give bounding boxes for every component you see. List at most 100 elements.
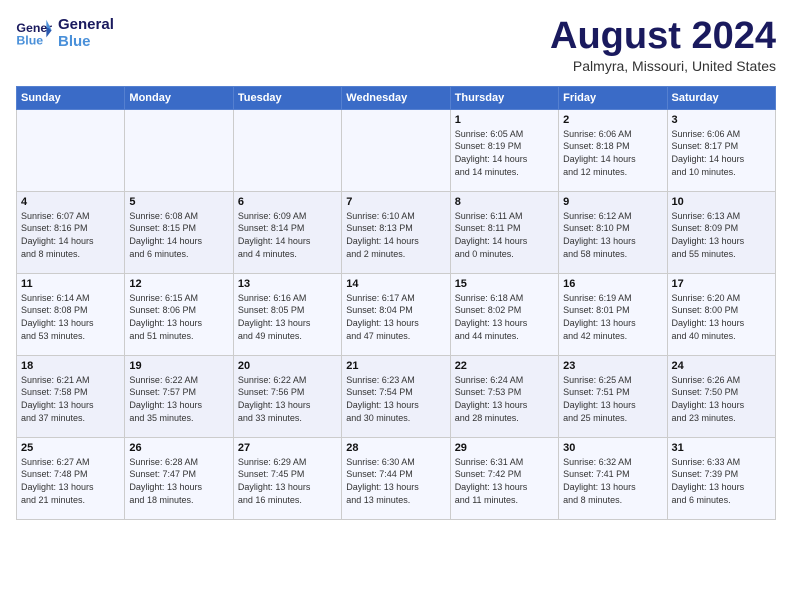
calendar-cell: 8Sunrise: 6:11 AM Sunset: 8:11 PM Daylig…	[450, 191, 558, 273]
day-number: 15	[455, 278, 554, 290]
calendar-cell: 31 Sunrise: 6:33 AM Sunset: 7:39 PM Dayli…	[667, 437, 775, 519]
calendar-cell: 13 Sunrise: 6:16 AM Sunset: 8:05 PM Dayli…	[233, 273, 341, 355]
calendar-cell: 6 Sunrise: 6:09 AM Sunset: 8:14 PM Daylig…	[233, 191, 341, 273]
location: Palmyra, Missouri, United States	[550, 58, 776, 74]
day-number: 17	[672, 278, 771, 290]
calendar-table: SundayMondayTuesdayWednesdayThursdayFrid…	[16, 86, 776, 520]
day-info: Sunrise: 6:24 AM Sunset: 7:53 PM Dayligh…	[455, 374, 554, 424]
day-info: Sunrise: 6:06 AM Sunset: 8:18 PM Dayligh…	[563, 128, 662, 178]
day-info: Sunrise: 6:12 AM Sunset: 8:10 PM Dayligh…	[563, 210, 662, 260]
header-cell-tuesday: Tuesday	[233, 86, 341, 109]
day-info: Sunrise: 6:22 AM Sunset: 7:57 PM Dayligh…	[129, 374, 228, 424]
day-number: 9	[563, 196, 662, 208]
calendar-cell	[342, 109, 450, 191]
header-cell-monday: Monday	[125, 86, 233, 109]
calendar-cell: 21Sunrise: 6:23 AM Sunset: 7:54 PM Dayli…	[342, 355, 450, 437]
day-number: 26	[129, 442, 228, 454]
header-cell-wednesday: Wednesday	[342, 86, 450, 109]
day-number: 6	[238, 196, 337, 208]
calendar-cell: 10Sunrise: 6:13 AM Sunset: 8:09 PM Dayli…	[667, 191, 775, 273]
day-number: 20	[238, 360, 337, 372]
day-info: Sunrise: 6:33 AM Sunset: 7:39 PM Dayligh…	[672, 456, 771, 506]
day-number: 13	[238, 278, 337, 290]
week-row-4: 18 Sunrise: 6:21 AM Sunset: 7:58 PM Dayli…	[17, 355, 776, 437]
day-number: 5	[129, 196, 228, 208]
calendar-cell: 23 Sunrise: 6:25 AM Sunset: 7:51 PM Dayli…	[559, 355, 667, 437]
calendar-cell: 28Sunrise: 6:30 AM Sunset: 7:44 PM Dayli…	[342, 437, 450, 519]
calendar-cell	[17, 109, 125, 191]
week-row-5: 25Sunrise: 6:27 AM Sunset: 7:48 PM Dayli…	[17, 437, 776, 519]
logo-line1: General	[58, 16, 114, 33]
day-number: 2	[563, 114, 662, 126]
calendar-cell: 16Sunrise: 6:19 AM Sunset: 8:01 PM Dayli…	[559, 273, 667, 355]
calendar-cell: 20 Sunrise: 6:22 AM Sunset: 7:56 PM Dayli…	[233, 355, 341, 437]
header-row: SundayMondayTuesdayWednesdayThursdayFrid…	[17, 86, 776, 109]
day-info: Sunrise: 6:09 AM Sunset: 8:14 PM Dayligh…	[238, 210, 337, 260]
day-number: 31	[672, 442, 771, 454]
calendar-cell: 14 Sunrise: 6:17 AM Sunset: 8:04 PM Dayli…	[342, 273, 450, 355]
calendar-cell: 22 Sunrise: 6:24 AM Sunset: 7:53 PM Dayli…	[450, 355, 558, 437]
day-info: Sunrise: 6:31 AM Sunset: 7:42 PM Dayligh…	[455, 456, 554, 506]
day-number: 4	[21, 196, 120, 208]
calendar-cell: 11Sunrise: 6:14 AM Sunset: 8:08 PM Dayli…	[17, 273, 125, 355]
day-info: Sunrise: 6:16 AM Sunset: 8:05 PM Dayligh…	[238, 292, 337, 342]
day-info: Sunrise: 6:25 AM Sunset: 7:51 PM Dayligh…	[563, 374, 662, 424]
title-area: August 2024 Palmyra, Missouri, United St…	[550, 16, 776, 74]
day-number: 11	[21, 278, 120, 290]
day-info: Sunrise: 6:15 AM Sunset: 8:06 PM Dayligh…	[129, 292, 228, 342]
day-number: 12	[129, 278, 228, 290]
day-number: 19	[129, 360, 228, 372]
calendar-cell: 27Sunrise: 6:29 AM Sunset: 7:45 PM Dayli…	[233, 437, 341, 519]
calendar-cell: 24Sunrise: 6:26 AM Sunset: 7:50 PM Dayli…	[667, 355, 775, 437]
calendar-header: SundayMondayTuesdayWednesdayThursdayFrid…	[17, 86, 776, 109]
calendar-body: 1Sunrise: 6:05 AM Sunset: 8:19 PM Daylig…	[17, 109, 776, 519]
day-number: 22	[455, 360, 554, 372]
calendar-cell	[233, 109, 341, 191]
day-info: Sunrise: 6:29 AM Sunset: 7:45 PM Dayligh…	[238, 456, 337, 506]
calendar-cell: 18 Sunrise: 6:21 AM Sunset: 7:58 PM Dayli…	[17, 355, 125, 437]
header-cell-saturday: Saturday	[667, 86, 775, 109]
day-number: 23	[563, 360, 662, 372]
calendar-cell: 19 Sunrise: 6:22 AM Sunset: 7:57 PM Dayli…	[125, 355, 233, 437]
day-info: Sunrise: 6:13 AM Sunset: 8:09 PM Dayligh…	[672, 210, 771, 260]
month-year: August 2024	[550, 16, 776, 58]
day-number: 29	[455, 442, 554, 454]
day-info: Sunrise: 6:22 AM Sunset: 7:56 PM Dayligh…	[238, 374, 337, 424]
header-cell-sunday: Sunday	[17, 86, 125, 109]
calendar-cell: 3 Sunrise: 6:06 AM Sunset: 8:17 PM Daylig…	[667, 109, 775, 191]
day-number: 14	[346, 278, 445, 290]
day-number: 18	[21, 360, 120, 372]
calendar-cell: 4 Sunrise: 6:07 AM Sunset: 8:16 PM Daylig…	[17, 191, 125, 273]
day-info: Sunrise: 6:23 AM Sunset: 7:54 PM Dayligh…	[346, 374, 445, 424]
calendar-cell: 29 Sunrise: 6:31 AM Sunset: 7:42 PM Dayli…	[450, 437, 558, 519]
day-info: Sunrise: 6:28 AM Sunset: 7:47 PM Dayligh…	[129, 456, 228, 506]
day-info: Sunrise: 6:18 AM Sunset: 8:02 PM Dayligh…	[455, 292, 554, 342]
day-number: 7	[346, 196, 445, 208]
day-info: Sunrise: 6:17 AM Sunset: 8:04 PM Dayligh…	[346, 292, 445, 342]
calendar-cell: 15 Sunrise: 6:18 AM Sunset: 8:02 PM Dayli…	[450, 273, 558, 355]
week-row-3: 11Sunrise: 6:14 AM Sunset: 8:08 PM Dayli…	[17, 273, 776, 355]
calendar-cell: 7Sunrise: 6:10 AM Sunset: 8:13 PM Daylig…	[342, 191, 450, 273]
day-info: Sunrise: 6:21 AM Sunset: 7:58 PM Dayligh…	[21, 374, 120, 424]
day-number: 28	[346, 442, 445, 454]
day-number: 16	[563, 278, 662, 290]
day-info: Sunrise: 6:07 AM Sunset: 8:16 PM Dayligh…	[21, 210, 120, 260]
day-info: Sunrise: 6:11 AM Sunset: 8:11 PM Dayligh…	[455, 210, 554, 260]
calendar-cell: 5 Sunrise: 6:08 AM Sunset: 8:15 PM Daylig…	[125, 191, 233, 273]
day-number: 30	[563, 442, 662, 454]
logo-line2: Blue	[58, 33, 114, 50]
calendar-cell: 26 Sunrise: 6:28 AM Sunset: 7:47 PM Dayli…	[125, 437, 233, 519]
day-number: 1	[455, 114, 554, 126]
calendar-cell: 12 Sunrise: 6:15 AM Sunset: 8:06 PM Dayli…	[125, 273, 233, 355]
calendar-cell: 25Sunrise: 6:27 AM Sunset: 7:48 PM Dayli…	[17, 437, 125, 519]
day-info: Sunrise: 6:32 AM Sunset: 7:41 PM Dayligh…	[563, 456, 662, 506]
day-number: 3	[672, 114, 771, 126]
calendar-cell: 30 Sunrise: 6:32 AM Sunset: 7:41 PM Dayli…	[559, 437, 667, 519]
day-info: Sunrise: 6:06 AM Sunset: 8:17 PM Dayligh…	[672, 128, 771, 178]
day-info: Sunrise: 6:26 AM Sunset: 7:50 PM Dayligh…	[672, 374, 771, 424]
svg-text:Blue: Blue	[16, 33, 43, 47]
calendar-cell	[125, 109, 233, 191]
day-info: Sunrise: 6:08 AM Sunset: 8:15 PM Dayligh…	[129, 210, 228, 260]
day-info: Sunrise: 6:27 AM Sunset: 7:48 PM Dayligh…	[21, 456, 120, 506]
calendar-cell: 17Sunrise: 6:20 AM Sunset: 8:00 PM Dayli…	[667, 273, 775, 355]
